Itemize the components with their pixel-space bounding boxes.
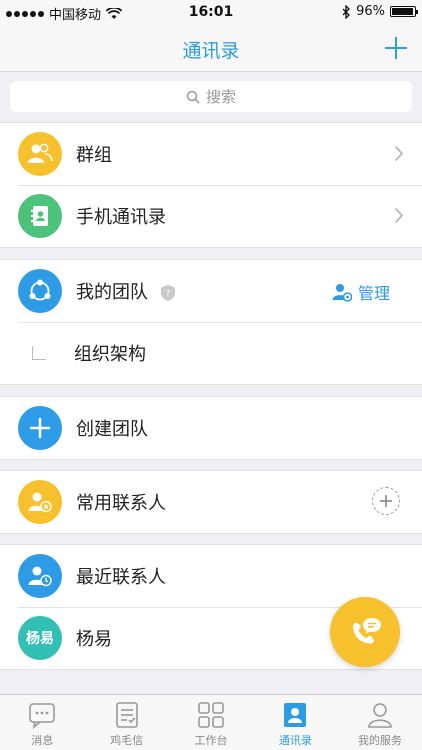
checklist-icon (115, 702, 138, 728)
plus-icon (385, 37, 407, 59)
chevron-right-icon (394, 145, 404, 162)
phone-contacts-avatar (18, 194, 62, 238)
row-org-structure[interactable]: 组织架构 (0, 322, 422, 384)
contacts-screen: 中国移动 16:01 96% 通讯录 搜索 群组 手机通讯录 我的团队 ? 管理… (0, 0, 422, 750)
team-network-icon (29, 279, 51, 301)
search-input[interactable]: 搜索 (10, 81, 412, 112)
contact-avatar: 杨易 (18, 616, 62, 660)
bluetooth-icon (342, 4, 351, 19)
address-book-icon (31, 206, 48, 226)
section-create-team: 创建团队 (0, 396, 422, 460)
search-area: 搜索 (0, 73, 422, 121)
my-team-label: 我的团队 ? (76, 278, 176, 304)
svg-text:?: ? (165, 290, 170, 300)
tree-branch-icon (32, 346, 46, 360)
battery-percent: 96% (356, 4, 385, 19)
status-bar: 中国移动 16:01 96% (0, 0, 422, 24)
my-team-text: 我的团队 (76, 282, 148, 303)
section-team: 我的团队 ? 管理 组织架构 (0, 259, 422, 385)
section-contacts: 群组 手机通讯录 (0, 122, 422, 248)
create-team-avatar (18, 406, 62, 450)
star-user-icon (28, 492, 52, 513)
row-my-team[interactable]: 我的团队 ? 管理 (0, 260, 422, 322)
groups-avatar (18, 132, 62, 176)
tab-label: 鸡毛信 (110, 734, 144, 747)
plus-icon (380, 495, 392, 507)
add-button[interactable] (382, 34, 410, 62)
row-frequent-contacts[interactable]: 常用联系人 (0, 471, 422, 533)
manage-label: 管理 (357, 284, 390, 303)
tab-bar: 消息 鸡毛信 工作台 通讯录 我的服务 (0, 694, 422, 750)
plus-icon (30, 418, 50, 438)
tab-my-services[interactable]: 我的服务 (338, 695, 422, 750)
my-team-avatar (18, 269, 62, 313)
frequent-contacts-avatar (18, 480, 62, 524)
recent-contacts-avatar (18, 554, 62, 598)
phone-chat-icon (353, 618, 381, 644)
row-create-team[interactable]: 创建团队 (0, 397, 422, 459)
contact-name: 杨易 (76, 629, 112, 650)
tab-label: 消息 (31, 734, 54, 747)
add-frequent-contact-button[interactable] (372, 487, 400, 515)
recent-contacts-label: 最近联系人 (76, 567, 166, 588)
groups-label: 群组 (76, 145, 112, 166)
chevron-right-icon (394, 207, 404, 224)
tab-jimaoxin[interactable]: 鸡毛信 (84, 695, 168, 750)
contact-avatar-text: 杨易 (26, 631, 54, 647)
call-chat-fab[interactable] (330, 597, 400, 667)
status-right: 96% (342, 4, 418, 19)
clock-user-icon (28, 566, 52, 587)
tab-label: 工作台 (194, 734, 228, 747)
grid-icon (198, 702, 224, 728)
org-structure-label: 组织架构 (74, 344, 146, 365)
user-settings-icon (332, 284, 352, 302)
battery-icon (390, 6, 418, 17)
frequent-contacts-label: 常用联系人 (76, 493, 166, 514)
search-icon (186, 90, 200, 104)
contacts-icon (284, 703, 307, 727)
page-title: 通讯录 (182, 40, 240, 62)
phone-contacts-label: 手机通讯录 (76, 207, 166, 228)
battery-fill (392, 8, 414, 15)
person-icon (368, 703, 392, 728)
message-icon (29, 703, 56, 729)
tab-label: 我的服务 (357, 734, 402, 747)
section-frequent: 常用联系人 (0, 470, 422, 534)
create-team-label: 创建团队 (76, 419, 148, 440)
search-placeholder: 搜索 (205, 88, 236, 106)
row-phone-contacts[interactable]: 手机通讯录 (0, 185, 422, 247)
tab-label: 通讯录 (278, 734, 312, 747)
row-groups[interactable]: 群组 (0, 123, 422, 185)
manage-button[interactable]: 管理 (332, 280, 390, 304)
tab-workbench[interactable]: 工作台 (169, 695, 253, 750)
nav-bar: 通讯录 (0, 24, 422, 72)
tab-messages[interactable]: 消息 (0, 695, 84, 750)
tab-contacts[interactable]: 通讯录 (253, 695, 337, 750)
group-people-icon (28, 143, 53, 163)
shield-icon: ? (160, 285, 175, 301)
